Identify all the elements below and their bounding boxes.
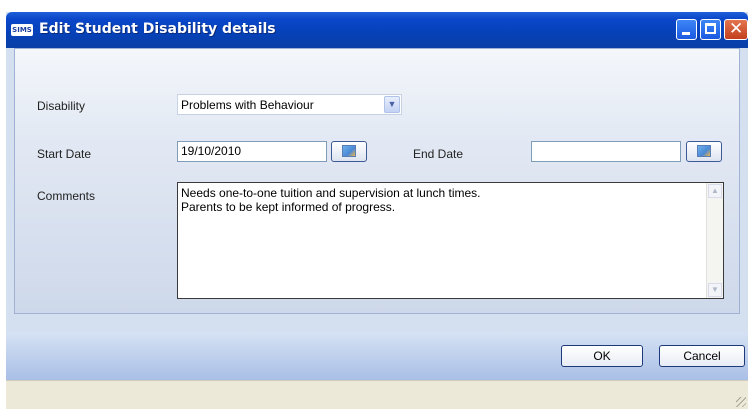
end-date-label: End Date [413, 147, 464, 161]
minimize-icon [682, 32, 690, 35]
scroll-down-icon[interactable]: ▼ [708, 283, 722, 297]
button-bar: OK Cancel [6, 332, 748, 380]
end-date-field[interactable] [531, 141, 681, 162]
cancel-button[interactable]: Cancel [659, 345, 745, 367]
disability-dropdown[interactable]: Problems with Behaviour ▼ [177, 94, 402, 115]
comments-scrollbar[interactable]: ▲ ▼ [706, 183, 723, 298]
dialog-window: SIMS Edit Student Disability details ✕ D… [6, 12, 748, 409]
ok-button[interactable]: OK [561, 345, 643, 367]
close-button[interactable]: ✕ [724, 19, 748, 40]
start-date-label: Start Date [37, 147, 92, 161]
disability-label: Disability [37, 99, 86, 113]
window-title: Edit Student Disability details [39, 21, 276, 37]
comments-text: Needs one-to-one tuition and supervision… [181, 186, 481, 214]
title-bar[interactable]: SIMS Edit Student Disability details ✕ [6, 12, 748, 48]
resize-grip-icon[interactable] [736, 397, 746, 407]
scroll-up-icon[interactable]: ▲ [708, 184, 722, 198]
maximize-icon [705, 23, 716, 34]
status-bar [6, 380, 748, 409]
start-date-calendar-button[interactable] [331, 141, 367, 162]
minimize-button[interactable] [676, 19, 697, 40]
chevron-down-icon[interactable]: ▼ [384, 96, 400, 113]
details-panel: Disability Problems with Behaviour ▼ Sta… [14, 48, 740, 314]
close-icon: ✕ [729, 19, 744, 39]
maximize-button[interactable] [700, 19, 721, 40]
start-date-field[interactable]: 19/10/2010 [177, 141, 327, 162]
disability-selected-value: Problems with Behaviour [181, 98, 314, 112]
sims-app-icon: SIMS [11, 24, 33, 36]
comments-textarea[interactable]: Needs one-to-one tuition and supervision… [177, 182, 724, 299]
comments-label: Comments [37, 189, 96, 203]
end-date-calendar-button[interactable] [686, 141, 722, 162]
calendar-icon [697, 145, 711, 157]
calendar-icon [342, 145, 356, 157]
